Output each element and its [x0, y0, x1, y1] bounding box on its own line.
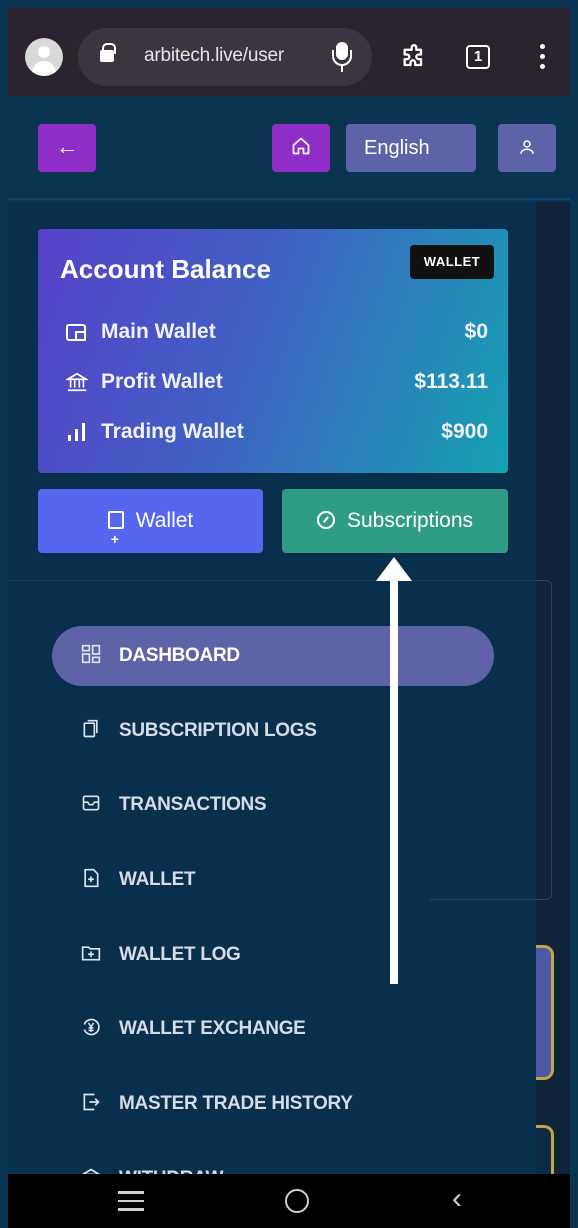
system-nav-bar: ‹ — [8, 1174, 570, 1228]
balance-label: Main Wallet — [101, 320, 216, 343]
home-nav-icon[interactable] — [285, 1189, 309, 1213]
balance-row-main: Main Wallet $0 — [66, 318, 488, 348]
subscriptions-button[interactable]: Subscriptions — [282, 489, 508, 553]
extensions-icon[interactable] — [400, 44, 428, 76]
export-icon — [80, 1092, 102, 1114]
sidebar-item-label: WALLET EXCHANGE — [119, 1018, 306, 1040]
sidebar-item-wallet-log[interactable]: WALLET LOG — [52, 925, 494, 985]
sidebar-divider — [8, 580, 536, 581]
profile-icon[interactable] — [25, 38, 63, 76]
account-balance-card: Account Balance WALLET Main Wallet $0 Pr… — [38, 229, 508, 473]
sidebar-item-master-trade-history[interactable]: MASTER TRADE HISTORY — [52, 1074, 494, 1134]
content-card-edge — [536, 1125, 554, 1175]
sidebar-item-transactions[interactable]: TRANSACTIONS — [52, 775, 494, 835]
bank-icon — [64, 371, 90, 393]
balance-label: Profit Wallet — [101, 370, 223, 393]
gauge-icon — [316, 511, 335, 529]
sidebar-item-dashboard[interactable]: DASHBOARD — [52, 626, 494, 686]
folder-plus-icon — [80, 943, 102, 965]
app-header: ← English — [8, 96, 570, 200]
subscriptions-button-label: Subscriptions — [346, 509, 474, 532]
wallet-button-label: Wallet — [135, 509, 194, 532]
balance-value: $900 — [441, 420, 488, 443]
file-plus-icon — [107, 507, 124, 571]
mic-icon[interactable] — [332, 42, 352, 72]
balance-value: $0 — [464, 320, 488, 343]
home-button[interactable] — [272, 124, 330, 172]
copy-icon — [80, 719, 102, 741]
sidebar-item-label: WALLET — [119, 869, 196, 891]
back-nav-icon[interactable]: ‹ — [452, 1182, 462, 1216]
wallet-button[interactable]: Wallet — [38, 489, 263, 571]
arrow-left-icon: ← — [56, 134, 78, 159]
balance-row-trading: Trading Wallet $900 — [66, 418, 488, 448]
screen: arbitech.live/user 1 ← English Account B… — [0, 0, 578, 1228]
balance-value: $113.11 — [414, 370, 488, 393]
sidebar-item-label: MASTER TRADE HISTORY — [119, 1093, 353, 1115]
back-button[interactable]: ← — [38, 124, 96, 172]
user-button[interactable] — [498, 124, 556, 172]
yen-circle-icon — [80, 1017, 102, 1039]
balance-title: Account Balance — [60, 254, 271, 284]
file-plus-icon — [80, 868, 102, 890]
sidebar-menu: DASHBOARD SUBSCRIPTION LOGS TRANSACTIONS… — [52, 626, 494, 1194]
dashboard-icon — [80, 644, 102, 666]
browser-toolbar: arbitech.live/user 1 — [8, 8, 570, 96]
annotation-arrow — [390, 576, 398, 984]
lock-icon — [100, 43, 116, 62]
inbox-icon — [80, 793, 102, 815]
wallet-badge: WALLET — [410, 245, 494, 279]
sidebar-item-subscription-logs[interactable]: SUBSCRIPTION LOGS — [52, 701, 494, 761]
wallet-icon — [66, 324, 86, 341]
more-icon[interactable] — [540, 44, 546, 70]
sidebar-item-wallet[interactable]: WALLET — [52, 850, 494, 910]
balance-row-profit: Profit Wallet $113.11 — [64, 368, 488, 398]
address-bar[interactable]: arbitech.live/user — [78, 28, 372, 86]
sidebar-item-label: SUBSCRIPTION LOGS — [119, 719, 317, 741]
sidebar-item-label: WALLET LOG — [119, 943, 241, 965]
sidebar-item-wallet-exchange[interactable]: WALLET EXCHANGE — [52, 999, 494, 1059]
recent-apps-icon[interactable] — [118, 1191, 144, 1211]
content-card-edge — [536, 945, 554, 1080]
home-icon — [292, 137, 310, 155]
sidebar-item-label: TRANSACTIONS — [119, 794, 267, 816]
bars-icon — [66, 421, 88, 443]
url-text: arbitech.live/user — [144, 45, 285, 66]
tabs-icon[interactable]: 1 — [466, 45, 490, 69]
sidebar-item-label: DASHBOARD — [119, 645, 240, 666]
user-icon — [520, 140, 534, 154]
language-select[interactable]: English — [346, 124, 476, 172]
balance-label: Trading Wallet — [101, 420, 244, 443]
